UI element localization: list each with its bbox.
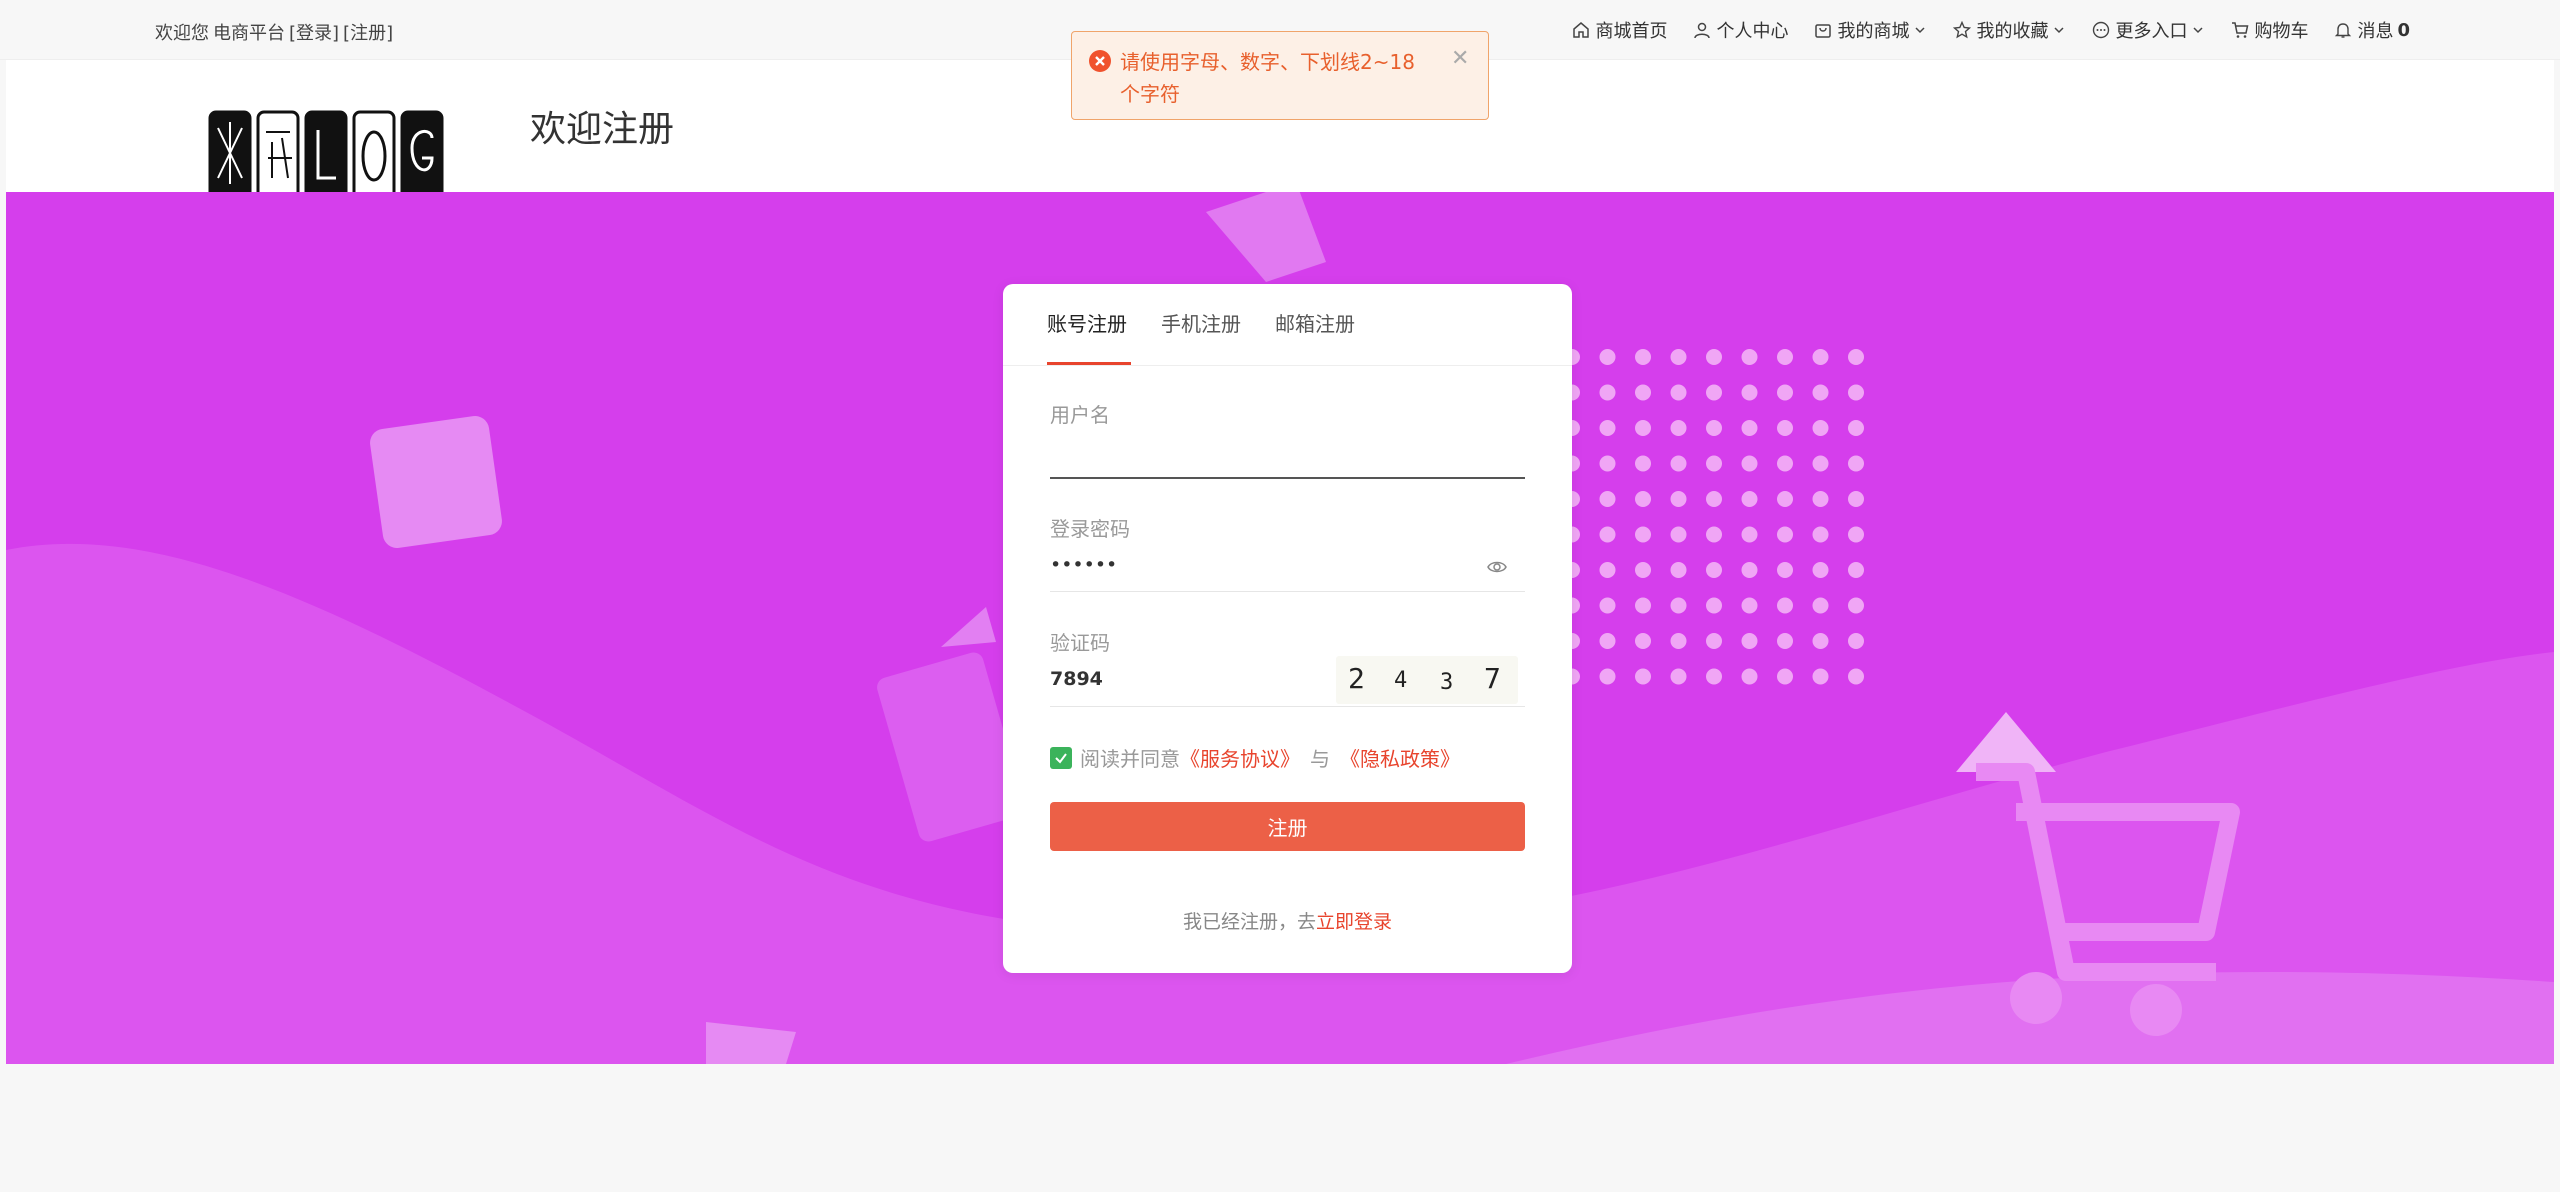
password-label: 登录密码	[1050, 517, 1130, 541]
login-prompt: 我已经注册，去立即登录	[1003, 907, 1572, 934]
nav-more[interactable]: 更多入口	[2092, 17, 2205, 43]
close-icon[interactable]: ✕	[1451, 46, 1469, 71]
nav-favorites-label: 我的收藏	[1976, 21, 2049, 42]
nav-mall-label: 我的商城	[1837, 21, 1910, 42]
login-link-top[interactable]: [登录]	[289, 23, 339, 44]
error-icon	[1089, 50, 1111, 72]
top-nav: 商城首页 个人中心 我的商城 我的收藏 更多入口 购物车 消息 0	[1572, 0, 2560, 60]
mall-icon	[1815, 24, 1832, 38]
site-logo[interactable]	[206, 108, 456, 192]
username-input[interactable]	[1050, 444, 1525, 474]
login-prompt-text: 我已经注册，去	[1182, 911, 1316, 933]
username-underline	[1050, 477, 1525, 479]
nav-cart[interactable]: 购物车	[2231, 17, 2308, 43]
tab-email-register[interactable]: 邮箱注册	[1275, 308, 1355, 337]
cart-icon	[2232, 22, 2249, 38]
more-icon	[2093, 21, 2110, 39]
captcha-char: 7	[1484, 662, 1501, 695]
page-title: 欢迎注册	[530, 109, 675, 150]
nav-home-label: 商城首页	[1595, 21, 1668, 42]
toast-message: 请使用字母、数字、下划线2~18个字符	[1120, 50, 1415, 106]
captcha-label: 验证码	[1050, 631, 1110, 655]
user-icon	[1694, 22, 1711, 39]
tab-phone-register[interactable]: 手机注册	[1161, 308, 1241, 337]
register-button[interactable]: 注册	[1050, 802, 1525, 851]
service-agreement-link[interactable]: 《服务协议》	[1180, 743, 1300, 772]
nav-mall[interactable]: 我的商城	[1814, 17, 1927, 43]
chevron-down-icon	[2193, 27, 2203, 34]
chevron-down-icon	[1915, 27, 1925, 34]
home-icon	[1573, 22, 1590, 38]
captcha-input[interactable]: 7894	[1050, 668, 1103, 690]
welcome-area: 欢迎您 电商平台 [登录] [注册]	[155, 19, 397, 45]
chevron-down-icon	[2054, 27, 2064, 34]
captcha-underline	[1050, 706, 1525, 707]
register-link-top[interactable]: [注册]	[343, 23, 393, 44]
password-underline	[1050, 591, 1525, 592]
captcha-char: 4	[1394, 668, 1408, 693]
nav-profile-label: 个人中心	[1716, 21, 1789, 42]
username-label: 用户名	[1050, 403, 1110, 427]
nav-profile[interactable]: 个人中心	[1693, 17, 1788, 43]
privacy-policy-link[interactable]: 《隐私政策》	[1340, 743, 1460, 772]
login-now-link[interactable]: 立即登录	[1316, 911, 1392, 933]
nav-favorites[interactable]: 我的收藏	[1953, 17, 2066, 43]
tab-account-register[interactable]: 账号注册	[1047, 308, 1127, 337]
banner: 账号注册 手机注册 邮箱注册 用户名 登录密码 •••••• 验证码 7894 …	[6, 192, 2554, 1064]
message-count: 0	[2397, 19, 2410, 41]
error-toast: 请使用字母、数字、下划线2~18个字符 ✕	[1071, 31, 1489, 120]
captcha-image[interactable]: 2 4 3 7	[1336, 656, 1518, 704]
active-tab-indicator	[1047, 362, 1131, 365]
captcha-char: 2	[1348, 662, 1365, 695]
welcome-text: 欢迎您	[155, 23, 209, 44]
nav-cart-label: 购物车	[2254, 21, 2309, 42]
platform-name: 电商平台	[213, 23, 285, 44]
eye-icon[interactable]	[1486, 556, 1508, 578]
agree-text: 阅读并同意	[1080, 747, 1180, 771]
captcha-char: 3	[1440, 670, 1454, 695]
nav-messages-label: 消息	[2357, 21, 2394, 42]
nav-home[interactable]: 商城首页	[1572, 17, 1667, 43]
password-input[interactable]: ••••••	[1050, 554, 1117, 576]
register-tabs: 账号注册 手机注册 邮箱注册	[1003, 284, 1572, 366]
nav-more-label: 更多入口	[2115, 21, 2188, 42]
register-card: 账号注册 手机注册 邮箱注册 用户名 登录密码 •••••• 验证码 7894 …	[1003, 284, 1572, 973]
check-icon	[1055, 752, 1067, 764]
and-text: 与	[1310, 747, 1330, 771]
star-icon	[1953, 21, 1972, 39]
bell-icon	[2335, 23, 2352, 38]
nav-messages[interactable]: 消息 0	[2334, 17, 2410, 43]
agreement-row: 阅读并同意 《服务协议》 与 《隐私政策》	[1050, 743, 1460, 772]
agree-checkbox[interactable]	[1050, 746, 1072, 769]
